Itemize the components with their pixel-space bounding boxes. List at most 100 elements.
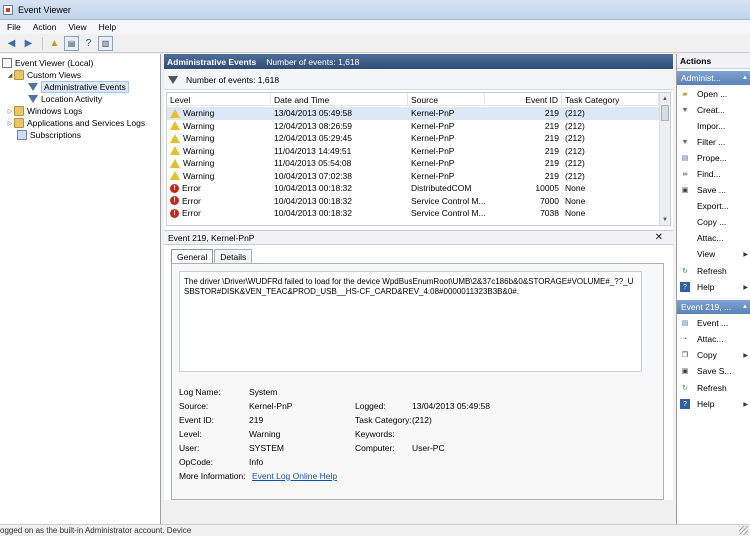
actions-section-view[interactable]: Administ... ▲ [677, 71, 750, 85]
subscriptions-icon [17, 130, 27, 140]
warning-icon [170, 158, 180, 168]
tab-details[interactable]: Details [214, 249, 253, 263]
error-icon: ! [170, 208, 179, 218]
table-row[interactable]: ! Error 10/04/2013 00:18:32 Service Control… [167, 195, 659, 208]
action-help-event[interactable]: ? Help ▶ [677, 397, 750, 411]
action-save[interactable]: ▣ Save ... [677, 183, 750, 197]
action-export[interactable]: Export... [677, 199, 750, 213]
cell-event-id: 7038 [540, 208, 559, 219]
table-row[interactable]: Warning 12/04/2013 08:26:59 Kernel-PnP 219 (… [167, 120, 659, 133]
action-refresh-event[interactable]: ↻ Refresh [677, 381, 750, 395]
cell-source: Kernel-PnP [411, 170, 455, 181]
event-description[interactable]: The driver \Driver\WUDFRd failed to load… [179, 271, 642, 372]
tree-item-location-activity[interactable]: Location Activity [28, 93, 102, 105]
table-row[interactable]: Warning 11/04/2013 05:54:08 Kernel-PnP 219 (… [167, 157, 659, 170]
cell-event-id: 219 [544, 120, 559, 131]
scroll-thumb[interactable] [661, 105, 669, 121]
resize-grip[interactable] [739, 526, 748, 535]
task-category-label: Task Category: [355, 414, 412, 425]
save-icon: ▣ [681, 187, 689, 194]
action-save-selected[interactable]: ▣ Save S... [677, 364, 750, 378]
title-bar[interactable]: Event Viewer [0, 0, 750, 20]
back-arrow-icon[interactable]: ◀ [4, 36, 19, 51]
log-name-value: System [249, 386, 278, 397]
collapse-arrow-icon[interactable]: ▲ [742, 75, 748, 81]
tree-item-apps-services-logs[interactable]: ▷ Applications and Services Logs [6, 117, 145, 129]
action-filter[interactable]: ▼ Filter ... [677, 135, 750, 149]
warning-icon [170, 146, 180, 156]
actions-pane: Actions Administ... ▲ ▰ Open ... ▼ Creat...… [676, 54, 750, 524]
event-id-label: Event ID: [179, 414, 214, 425]
menu-file[interactable]: File [2, 22, 26, 32]
error-icon: ! [170, 196, 179, 206]
toolbar-separator [42, 36, 43, 50]
column-header-event-id[interactable]: Event ID [485, 93, 562, 106]
column-header-task-category[interactable]: Task Category [562, 93, 659, 106]
warning-icon [170, 121, 180, 131]
action-help[interactable]: ? Help ▶ [677, 280, 750, 294]
help-icon[interactable]: ? [81, 36, 96, 51]
action-copy[interactable]: Copy ... [677, 215, 750, 229]
table-row[interactable]: Warning 12/04/2013 05:29:45 Kernel-PnP 219 (… [167, 132, 659, 145]
event-viewer-icon [2, 58, 12, 68]
action-create[interactable]: ▼ Creat... [677, 103, 750, 117]
computer-label: Computer: [355, 442, 395, 453]
keywords-label: Keywords: [355, 428, 395, 439]
menu-action[interactable]: Action [28, 22, 62, 32]
action-refresh[interactable]: ↻ Refresh [677, 264, 750, 278]
scroll-down-icon[interactable]: ▼ [660, 214, 670, 225]
action-attach[interactable]: Attac... [677, 231, 750, 245]
menu-view[interactable]: View [63, 22, 91, 32]
table-row[interactable]: Warning 11/04/2013 14:49:51 Kernel-PnP 219 (… [167, 145, 659, 158]
action-properties[interactable]: ▤ Prope... [677, 151, 750, 165]
action-event-properties[interactable]: ▤ Event ... [677, 316, 750, 330]
folder-icon [14, 118, 24, 128]
scroll-up-icon[interactable]: ▲ [660, 93, 670, 104]
window-title: Event Viewer [18, 4, 71, 15]
expand-icon[interactable]: ▷ [6, 108, 14, 115]
menu-help[interactable]: Help [94, 22, 121, 32]
action-copy-event[interactable]: ❐ Copy ▶ [677, 348, 750, 362]
cell-level: Warning [170, 107, 270, 120]
column-header-date[interactable]: Date and Time [271, 93, 408, 106]
cell-source: Kernel-PnP [411, 108, 455, 119]
action-find[interactable]: ∞ Find... [677, 167, 750, 181]
source-label: Source: [179, 400, 209, 411]
event-log-online-help-link[interactable]: Event Log Online Help [252, 470, 337, 481]
tree-item-custom-views[interactable]: ◢ Custom Views [6, 69, 81, 81]
warning-icon [170, 133, 180, 143]
action-view[interactable]: View ▶ [677, 247, 750, 261]
toolbar: ◀ ▶ ▲ ▤ ? ▥ [0, 34, 750, 53]
close-icon[interactable]: ✕ [655, 232, 663, 243]
action-attach-task[interactable]: ◔ Attac... [677, 332, 750, 346]
action-open[interactable]: ▰ Open ... [677, 87, 750, 101]
folder-icon [14, 106, 24, 116]
forward-arrow-icon[interactable]: ▶ [21, 36, 36, 51]
show-hide-action-pane-icon[interactable]: ▥ [98, 35, 113, 51]
table-row[interactable]: ! Error 10/04/2013 00:18:32 Service Control… [167, 207, 659, 220]
up-folder-icon[interactable]: ▲ [47, 36, 62, 51]
action-import[interactable]: Impor... [677, 119, 750, 133]
tree-item-administrative-events[interactable]: Administrative Events [28, 81, 129, 93]
table-row[interactable]: ! Error 10/04/2013 00:18:32 DistributedCOM 1… [167, 182, 659, 195]
column-header-source[interactable]: Source [408, 93, 485, 106]
tree-item-windows-logs[interactable]: ▷ Windows Logs [6, 105, 82, 117]
logged-label: Logged: [355, 400, 386, 411]
cell-level: ! Error [170, 195, 270, 208]
table-row[interactable]: Warning 10/04/2013 07:02:38 Kernel-PnP 219 (… [167, 170, 659, 183]
tree-item-subscriptions[interactable]: Subscriptions [17, 129, 81, 141]
actions-section-event[interactable]: Event 219, ... ▲ [677, 300, 750, 314]
filter-icon [28, 83, 38, 91]
tree-item-root[interactable]: Event Viewer (Local) [2, 57, 93, 69]
collapse-arrow-icon[interactable]: ▲ [742, 304, 748, 310]
column-header-level[interactable]: Level [167, 93, 271, 106]
open-folder-icon: ▰ [682, 91, 688, 98]
tab-general[interactable]: General [171, 249, 214, 264]
collapse-icon[interactable]: ◢ [6, 72, 14, 79]
event-id-value: 219 [249, 414, 264, 425]
attach-task-icon: ◔ [682, 335, 688, 343]
grid-vertical-scrollbar[interactable]: ▲ ▼ [659, 93, 670, 225]
table-row[interactable]: Warning 13/04/2013 05:49:58 Kernel-PnP 219 (… [167, 107, 659, 120]
expand-icon[interactable]: ▷ [6, 120, 14, 127]
show-hide-tree-icon[interactable]: ▤ [64, 35, 79, 51]
